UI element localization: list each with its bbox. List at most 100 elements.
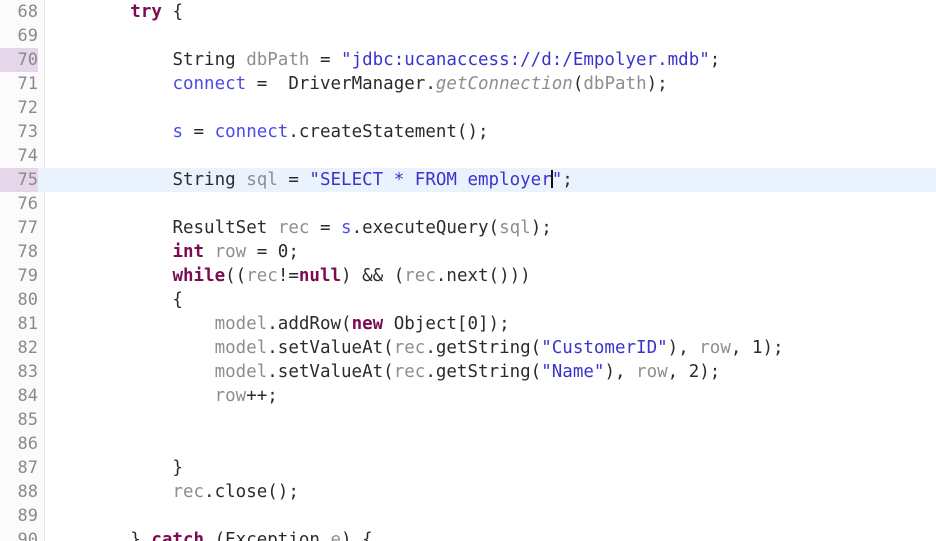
- line-number[interactable]: 68: [0, 0, 38, 24]
- code-line-row[interactable]: 84 row++;: [0, 384, 936, 408]
- code-token-kw: while: [172, 266, 226, 286]
- line-number[interactable]: 74: [0, 144, 38, 168]
- code-token-loc: rec: [393, 338, 426, 358]
- code-line-row[interactable]: 87 }: [0, 456, 936, 480]
- code-token-loc: model: [214, 362, 268, 382]
- code-token-pln: ) {: [341, 530, 373, 541]
- line-number[interactable]: 73: [0, 120, 38, 144]
- code-line-row[interactable]: 82 model.setValueAt(rec.getString("Custo…: [0, 336, 936, 360]
- code-line-text[interactable]: String sql = "SELECT * FROM employer";: [46, 168, 573, 192]
- line-number[interactable]: 89: [0, 504, 38, 528]
- line-number[interactable]: 90: [0, 528, 38, 541]
- code-token-loc: row: [699, 338, 731, 358]
- code-line-text[interactable]: while((rec!=null) && (rec.next())): [46, 264, 531, 288]
- code-token-pln: [204, 242, 215, 262]
- code-token-pln: String: [172, 50, 236, 70]
- line-number[interactable]: 83: [0, 360, 38, 384]
- code-token-pln: ++;: [246, 386, 278, 406]
- code-line-row[interactable]: 79 while((rec!=null) && (rec.next())): [0, 264, 936, 288]
- code-token-pln: .getString(: [425, 362, 542, 382]
- code-line-row[interactable]: 83 model.setValueAt(rec.getString("Name"…: [0, 360, 936, 384]
- line-number[interactable]: 84: [0, 384, 38, 408]
- code-token-loc: sql: [499, 218, 531, 238]
- line-number[interactable]: 85: [0, 408, 38, 432]
- code-line-row[interactable]: 69: [0, 24, 936, 48]
- code-line-text[interactable]: ResultSet rec = s.executeQuery(sql);: [46, 216, 551, 240]
- line-number[interactable]: 72: [0, 96, 38, 120]
- line-number[interactable]: 78: [0, 240, 38, 264]
- line-number[interactable]: 77: [0, 216, 38, 240]
- code-token-pln: [46, 338, 215, 358]
- line-number[interactable]: 69: [0, 24, 38, 48]
- code-line-row[interactable]: 81 model.addRow(new Object[0]);: [0, 312, 936, 336]
- line-number[interactable]: 88: [0, 480, 38, 504]
- code-token-pln: [236, 170, 247, 190]
- code-line-row[interactable]: 71 connect = DriverManager.getConnection…: [0, 72, 936, 96]
- code-token-pln: =: [246, 74, 289, 94]
- code-line-text[interactable]: s = connect.createStatement();: [46, 120, 489, 144]
- code-line-text[interactable]: rec.close();: [46, 480, 298, 504]
- code-token-loc: dbPath: [583, 74, 647, 94]
- code-token-pln: ),: [604, 362, 637, 382]
- code-token-loc: rec: [277, 218, 310, 238]
- code-line-text[interactable]: } catch (Exception e) {: [46, 528, 373, 541]
- code-line-row[interactable]: 70 String dbPath = "jdbc:ucanaccess://d:…: [0, 48, 936, 72]
- code-line-row[interactable]: 72: [0, 96, 936, 120]
- code-token-loc: model: [214, 338, 268, 358]
- code-line-row[interactable]: 85: [0, 408, 936, 432]
- code-token-pln: =: [182, 122, 215, 142]
- line-number[interactable]: 81: [0, 312, 38, 336]
- code-token-loc: rec: [172, 482, 205, 502]
- code-token-fld: s: [341, 218, 352, 238]
- code-line-row[interactable]: 89: [0, 504, 936, 528]
- code-line-row[interactable]: 74: [0, 144, 936, 168]
- code-token-loc: row: [636, 362, 668, 382]
- code-token-pln: }: [46, 530, 152, 541]
- code-line-row[interactable]: 86: [0, 432, 936, 456]
- code-token-pln: .next())): [435, 266, 531, 286]
- code-line-text[interactable]: int row = 0;: [46, 240, 298, 264]
- code-token-pln: .executeQuery(: [351, 218, 500, 238]
- code-token-pln: .createStatement();: [288, 122, 489, 142]
- code-token-pln: {: [161, 2, 183, 22]
- code-token-pln: , 1);: [730, 338, 784, 358]
- code-token-pln: [236, 50, 247, 70]
- line-number[interactable]: 76: [0, 192, 38, 216]
- code-line-text[interactable]: model.addRow(new Object[0]);: [46, 312, 510, 336]
- code-token-str: "SELECT * FROM employer: [309, 170, 552, 190]
- code-token-pln: .getString(: [425, 338, 542, 358]
- line-number[interactable]: 87: [0, 456, 38, 480]
- line-number[interactable]: 80: [0, 288, 38, 312]
- line-number[interactable]: 82: [0, 336, 38, 360]
- code-token-kw: null: [298, 266, 342, 286]
- code-editor-pane[interactable]: 68 try {69 70 String dbPath = "jdbc:ucana…: [0, 0, 936, 541]
- code-token-pln: ) && (: [341, 266, 405, 286]
- code-line-row[interactable]: 90 } catch (Exception e) {: [0, 528, 936, 541]
- code-line-row[interactable]: 78 int row = 0;: [0, 240, 936, 264]
- code-line-text[interactable]: row++;: [46, 384, 278, 408]
- code-token-loc: row: [214, 386, 247, 406]
- code-line-row[interactable]: 88 rec.close();: [0, 480, 936, 504]
- code-line-row[interactable]: 73 s = connect.createStatement();: [0, 120, 936, 144]
- code-token-pln: =: [309, 218, 342, 238]
- line-number[interactable]: 71: [0, 72, 38, 96]
- code-token-loc: row: [214, 242, 247, 262]
- line-number[interactable]: 75: [0, 168, 38, 192]
- code-line-text[interactable]: model.setValueAt(rec.getString("Customer…: [46, 336, 784, 360]
- line-number[interactable]: 79: [0, 264, 38, 288]
- code-line-text[interactable]: try {: [46, 0, 183, 24]
- line-number[interactable]: 86: [0, 432, 38, 456]
- code-line-row[interactable]: 80 {: [0, 288, 936, 312]
- line-number[interactable]: 70: [0, 48, 38, 72]
- code-line-text[interactable]: String dbPath = "jdbc:ucanaccess://d:/Em…: [46, 48, 720, 72]
- code-line-row[interactable]: 76: [0, 192, 936, 216]
- code-line-text[interactable]: }: [46, 456, 183, 480]
- code-line-row[interactable]: 68 try {: [0, 0, 936, 24]
- code-line-row[interactable]: 77 ResultSet rec = s.executeQuery(sql);: [0, 216, 936, 240]
- code-token-fld: connect: [172, 74, 247, 94]
- code-line-row[interactable]: 75 String sql = "SELECT * FROM employer"…: [0, 168, 936, 192]
- code-line-text[interactable]: {: [46, 288, 183, 312]
- code-token-pln: =: [309, 50, 342, 70]
- code-line-text[interactable]: model.setValueAt(rec.getString("Name"), …: [46, 360, 721, 384]
- code-line-text[interactable]: connect = DriverManager.getConnection(db…: [46, 72, 667, 96]
